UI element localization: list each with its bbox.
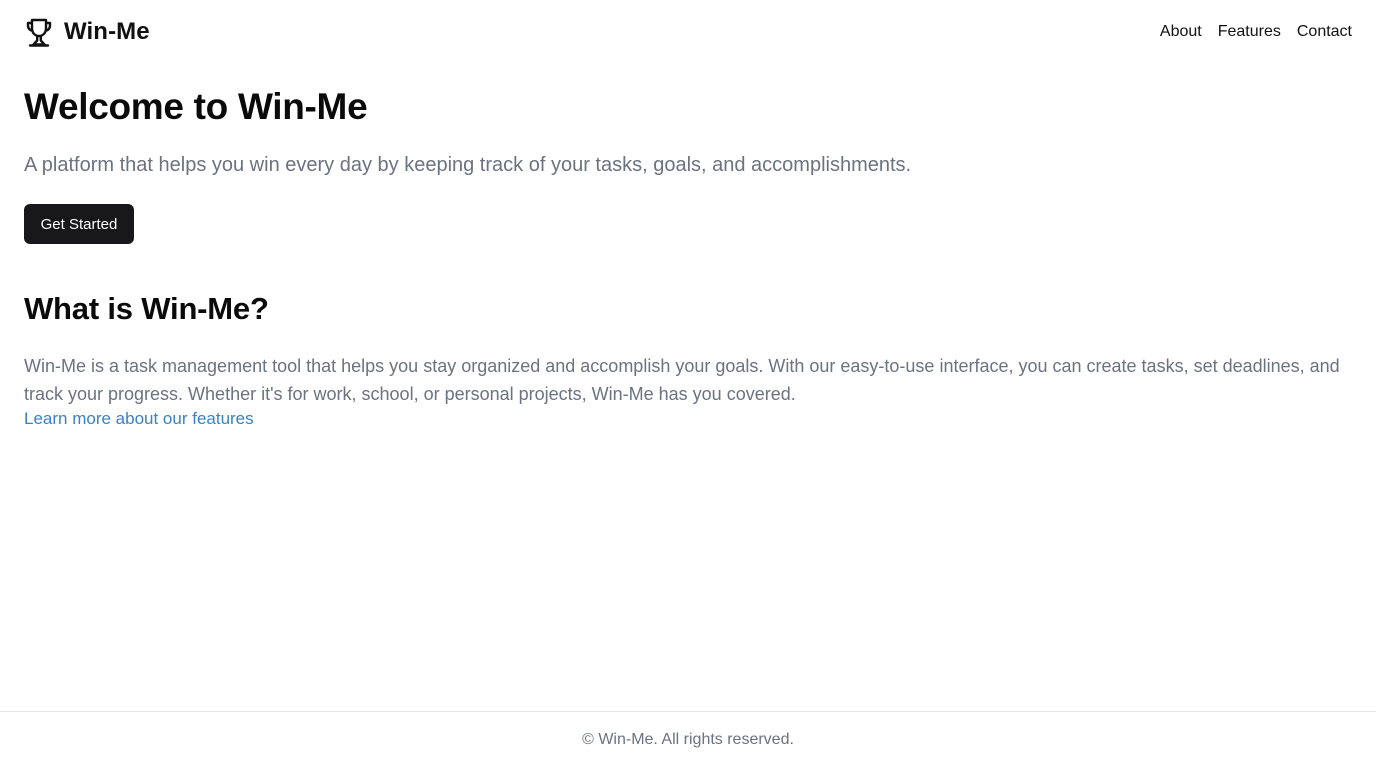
brand-name: Win-Me: [64, 18, 150, 45]
page: Win-Me About Features Contact Welcome to…: [0, 0, 1376, 768]
get-started-button[interactable]: Get Started: [24, 204, 134, 244]
nav-link-contact[interactable]: Contact: [1297, 23, 1352, 41]
hero-subtitle: A platform that helps you win every day …: [24, 154, 912, 176]
hero-title: Welcome to Win-Me: [24, 86, 368, 127]
site-footer: © Win-Me. All rights reserved.: [0, 711, 1376, 768]
about-section-title: What is Win-Me?: [24, 291, 269, 326]
main-nav: About Features Contact: [1160, 23, 1352, 41]
nav-link-features[interactable]: Features: [1218, 23, 1281, 41]
trophy-icon: [26, 18, 52, 47]
brand-logo-link[interactable]: Win-Me: [24, 16, 150, 48]
about-section-body: Win-Me is a task management tool that he…: [24, 356, 1340, 404]
learn-more-features-link[interactable]: Learn more about our features: [24, 409, 254, 429]
site-header: Win-Me About Features Contact: [24, 14, 1352, 50]
footer-copyright: © Win-Me. All rights reserved.: [582, 731, 794, 748]
nav-link-about[interactable]: About: [1160, 23, 1202, 41]
